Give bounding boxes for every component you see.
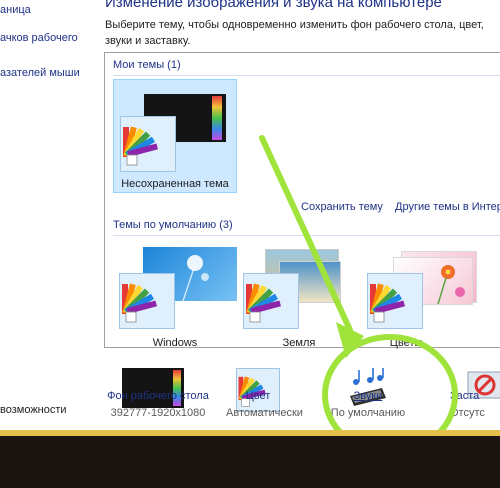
sounds-icon: [346, 368, 390, 408]
screensaver-value: Отсутс: [450, 407, 485, 419]
left-nav-item-mouse-pointers[interactable]: азателей мыши: [0, 67, 80, 79]
theme-unsaved-label: Несохраненная тема: [121, 178, 229, 190]
wallpaper-gold-band: [0, 430, 500, 436]
color-value: Автоматически: [226, 407, 303, 419]
page-description: Выберите тему, чтобы одновременно измени…: [105, 19, 484, 47]
theme-flowers-label: Цветы: [389, 337, 423, 349]
desktop-background-thumbnail: [122, 368, 184, 408]
theme-earth[interactable]: Земля: [237, 241, 361, 349]
theme-unsaved[interactable]: Несохраненная тема: [113, 79, 237, 193]
my-themes-divider: [113, 75, 500, 76]
color-swatch-icon: [120, 116, 176, 172]
desktop-wallpaper-strip: [0, 430, 500, 488]
sounds-value: По умолчанию: [330, 407, 406, 419]
sounds-link[interactable]: Звуки: [330, 390, 406, 402]
theme-windows[interactable]: Windows: [113, 241, 237, 349]
my-themes-heading: Мои темы (1): [113, 59, 181, 71]
left-nav-accessibility[interactable]: возможности: [0, 404, 67, 416]
sounds-item[interactable]: Звуки По умолчанию: [330, 352, 406, 430]
left-nav-item-1[interactable]: аница: [0, 4, 31, 16]
theme-earth-label: Земля: [282, 337, 316, 349]
desktop-background-item[interactable]: Фон рабочего стола 392777-1920x1080: [100, 352, 216, 430]
page-title: Изменение изображения и звука на компьют…: [105, 0, 442, 11]
color-link[interactable]: Цвет: [226, 390, 290, 402]
theme-flowers[interactable]: Цветы: [361, 241, 500, 349]
color-swatch-icon: [243, 273, 299, 329]
more-themes-online-link[interactable]: Другие темы в Интерне: [395, 201, 500, 213]
left-navigation: аница ачков рабочего азателей мыши возмо…: [0, 0, 100, 430]
desktop-background-link[interactable]: Фон рабочего стола: [100, 390, 216, 402]
wallpaper-color-stripe: [212, 96, 222, 140]
theme-components-bar: Фон рабочего стола 392777-1920x1080 Цвет…: [100, 352, 500, 432]
color-swatch-icon: [119, 273, 175, 329]
themes-list[interactable]: Мои темы (1) Несохраненная тема Сохранит…: [104, 52, 500, 349]
color-item[interactable]: Цвет Автоматически: [226, 352, 303, 430]
theme-windows-label: Windows: [152, 337, 198, 349]
screensaver-icon: [464, 368, 500, 408]
color-swatch-icon: [367, 273, 423, 329]
screensaver-link[interactable]: Заста: [450, 390, 500, 402]
default-themes-divider: [113, 235, 500, 236]
screensaver-item[interactable]: Заста Отсутс: [446, 352, 500, 430]
save-theme-link[interactable]: Сохранить тему: [301, 201, 383, 213]
desktop-background-value: 392777-1920x1080: [110, 407, 206, 419]
left-nav-item-desktop-icons[interactable]: ачков рабочего: [0, 32, 78, 44]
default-themes-heading: Темы по умолчанию (3): [113, 219, 233, 231]
